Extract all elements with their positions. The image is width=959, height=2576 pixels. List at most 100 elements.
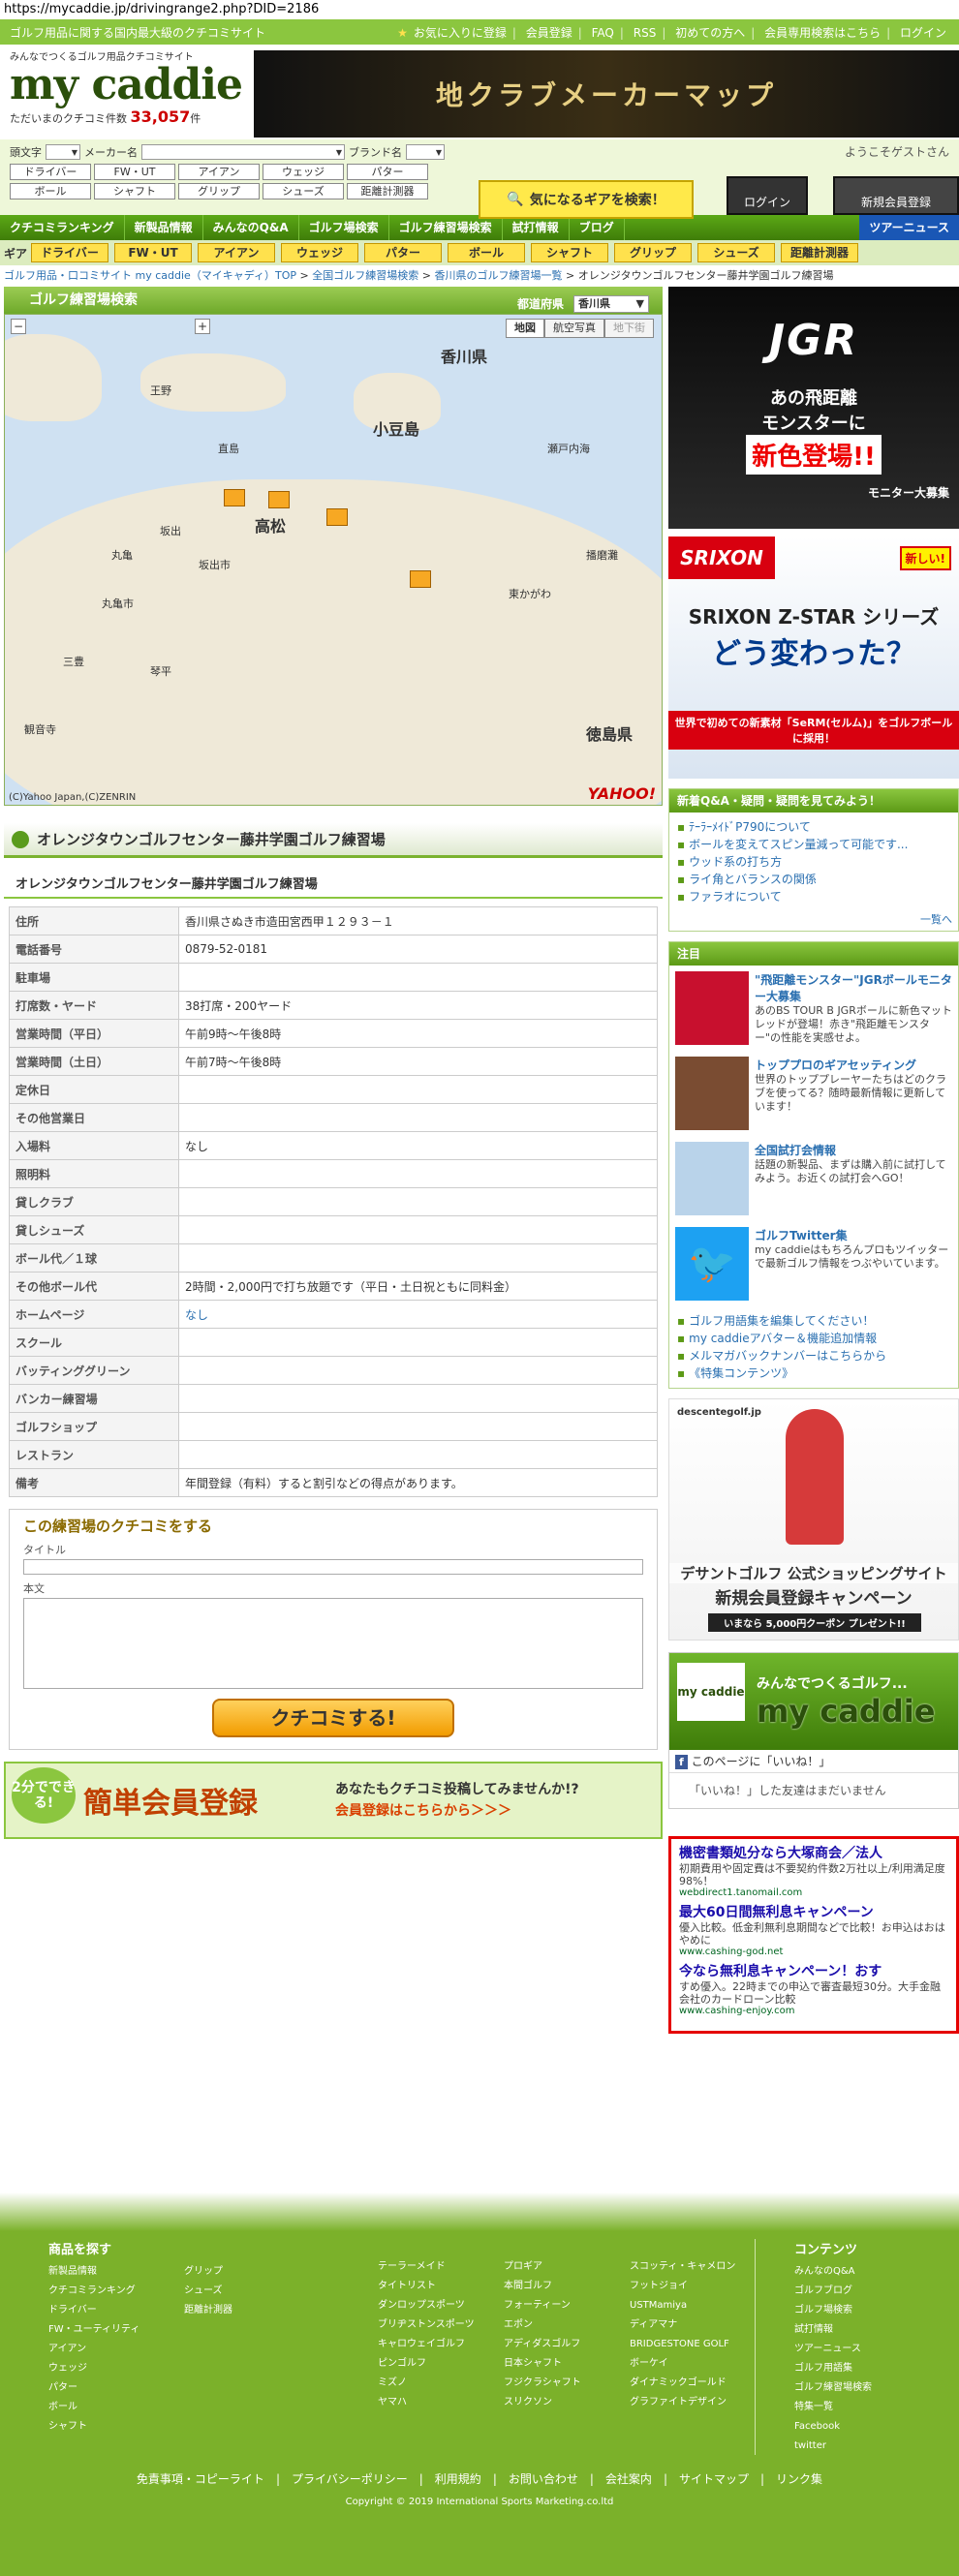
footer-goods-link[interactable]	[184, 2321, 300, 2339]
footer-content-link[interactable]: 特集一覧	[794, 2399, 911, 2416]
footer-goods-link[interactable]: アイアン	[48, 2341, 184, 2358]
footer-maker-link[interactable]: ミズノ	[378, 2375, 504, 2392]
footer-content-link[interactable]: twitter	[794, 2438, 911, 2455]
jgr-ad[interactable]: JGR あの飛距離 モンスターに 新色登場!! モニター大募集	[668, 287, 959, 529]
footer-goods-link[interactable]	[184, 2418, 300, 2436]
text-ad[interactable]: 最大60日間無利息キャンペーン 優入比較。低金利無利息期間などで比較！お申込はおは…	[679, 1902, 948, 1957]
footer-content-link[interactable]: ツアーニュース	[794, 2341, 911, 2358]
footer-content-link[interactable]: ゴルフ場検索	[794, 2302, 911, 2319]
gear-ball[interactable]: ボール	[448, 243, 526, 262]
nav-ranking[interactable]: クチコミランキング	[0, 215, 125, 240]
gear-shaft[interactable]: シャフト	[531, 243, 609, 262]
map-type-underground[interactable]: 地下街	[604, 319, 654, 338]
footer-maker-link[interactable]: フジクラシャフト	[504, 2375, 630, 2392]
footer-menu-link[interactable]: 免責事項・コピーライト	[137, 2472, 264, 2486]
submit-review-button[interactable]: クチコミする!	[212, 1699, 454, 1737]
cat-driver[interactable]: ドライバー	[10, 164, 91, 180]
footer-goods-link[interactable]: グリップ	[184, 2263, 300, 2281]
crumb-top[interactable]: ゴルフ用品・口コミサイト my caddie（マイキャディ）TOP	[4, 269, 296, 282]
footer-maker-link[interactable]: プロギア	[504, 2258, 630, 2276]
maker-select[interactable]: ▼	[141, 144, 345, 160]
qa-item[interactable]: ﾃｰﾗｰﾒｲﾄﾞP790について	[677, 818, 950, 836]
footer-maker-link[interactable]: ヤマハ	[378, 2394, 504, 2411]
zoom-in-button[interactable]: +	[195, 319, 210, 334]
gear-shoes[interactable]: シューズ	[697, 243, 776, 262]
top-link-member-search[interactable]: 会員専用検索はこちら	[764, 26, 881, 40]
footer-content-link[interactable]: 試打情報	[794, 2321, 911, 2339]
gear-putter[interactable]: パター	[364, 243, 443, 262]
footer-maker-link[interactable]: ダンロップスポーツ	[378, 2297, 504, 2315]
footer-maker-link[interactable]: ディアマナ	[630, 2316, 756, 2334]
footer-maker-link[interactable]: グラファイトデザイン	[630, 2394, 756, 2411]
top-link-faq[interactable]: FAQ	[592, 26, 614, 40]
qa-item[interactable]: ウッド系の打ち方	[677, 853, 950, 871]
footer-maker-link[interactable]: スコッティ・キャメロン	[630, 2258, 756, 2276]
qa-item[interactable]: ボールを変えてスピン量減って可能です...	[677, 836, 950, 853]
range-marker[interactable]	[410, 570, 431, 588]
brand-select[interactable]: ▼	[406, 144, 445, 160]
url-bar[interactable]: https://mycaddie.jp/drivingrange2.php?DI…	[0, 0, 959, 19]
footer-menu-link[interactable]: サイトマップ	[679, 2472, 749, 2486]
footer-maker-link[interactable]: タイトリスト	[378, 2278, 504, 2295]
top-link-rss[interactable]: RSS	[634, 26, 657, 40]
register-banner[interactable]: 2分でできる! 簡単会員登録 あなたもクチコミ投稿してみませんか!? 会員登録はこ…	[4, 1762, 663, 1839]
footer-goods-link[interactable]: ドライバー	[48, 2302, 184, 2319]
footer-maker-link[interactable]: スリクソン	[504, 2394, 630, 2411]
footer-maker-link[interactable]: フットジョイ	[630, 2278, 756, 2295]
cat-fw-ut[interactable]: FW・UT	[94, 164, 175, 180]
footer-goods-link[interactable]: ウェッジ	[48, 2360, 184, 2377]
gear-grip[interactable]: グリップ	[614, 243, 693, 262]
crumb-pref-list[interactable]: 香川県のゴルフ練習場一覧	[434, 269, 562, 282]
footer-content-link[interactable]: ゴルフ用語集	[794, 2360, 911, 2377]
nav-tour-news[interactable]: ツアーニュース	[859, 215, 959, 240]
footer-content-link[interactable]: ゴルフブログ	[794, 2283, 911, 2300]
footer-maker-link[interactable]: ピンゴルフ	[378, 2355, 504, 2373]
footer-maker-link[interactable]: 本間ゴルフ	[504, 2278, 630, 2295]
footer-maker-link[interactable]: キャロウェイゴルフ	[378, 2336, 504, 2353]
cat-shoes[interactable]: シューズ	[263, 183, 344, 199]
feature-link[interactable]: ゴルフ用語集を編集してください！	[677, 1312, 950, 1330]
footer-maker-link[interactable]: 日本シャフト	[504, 2355, 630, 2373]
footer-goods-link[interactable]: 新製品情報	[48, 2263, 184, 2281]
descente-ad[interactable]: descentegolf.jp デサントゴルフ 公式ショッピングサイト 新規会員…	[668, 1398, 959, 1641]
gear-driver[interactable]: ドライバー	[31, 243, 109, 262]
gear-search-button[interactable]: 🔍 気になるギアを検索！	[479, 180, 694, 219]
review-title-input[interactable]	[23, 1559, 643, 1575]
footer-content-link[interactable]: ゴルフ練習場検索	[794, 2379, 911, 2397]
footer-maker-link[interactable]: ブリヂストンスポーツ	[378, 2316, 504, 2334]
feature-link[interactable]: my caddieアバター＆機能追加情報	[677, 1330, 950, 1347]
range-marker[interactable]	[268, 491, 290, 508]
cat-shaft[interactable]: シャフト	[94, 183, 175, 199]
top-link-register[interactable]: 会員登録	[526, 26, 572, 40]
crumb-range-search[interactable]: 全国ゴルフ練習場検索	[312, 269, 418, 282]
footer-content-link[interactable]: Facebook	[794, 2418, 911, 2436]
footer-goods-link[interactable]: シューズ	[184, 2283, 300, 2300]
footer-goods-link[interactable]: クチコミランキング	[48, 2283, 184, 2300]
map-type-map[interactable]: 地図	[506, 319, 544, 338]
qa-more-link[interactable]: 一覧へ	[669, 911, 958, 931]
feature-item[interactable]: "飛距離モンスター"JGRボールモニター大募集 あのBS TOUR B JGRボー…	[669, 966, 958, 1051]
footer-maker-link[interactable]: BRIDGESTONE GOLF	[630, 2336, 756, 2353]
maker-map-banner[interactable]: 地クラブメーカーマップ	[254, 50, 959, 138]
footer-maker-link[interactable]: テーラーメイド	[378, 2258, 504, 2276]
footer-maker-link[interactable]: エポン	[504, 2316, 630, 2334]
site-logo[interactable]: みんなでつくるゴルフ用品クチコミサイト my caddie ただいまのクチコミ件…	[10, 48, 244, 136]
map[interactable]: − + 地図 航空写真 地下街 香川県 小豆島 高松 坂出 丸亀 観音寺 徳島県 …	[4, 314, 663, 806]
gear-iron[interactable]: アイアン	[198, 243, 276, 262]
range-marker[interactable]	[326, 508, 348, 526]
facebook-like[interactable]: f このページに「いいね！」	[669, 1750, 958, 1773]
footer-maker-link[interactable]: ボーケイ	[630, 2355, 756, 2373]
footer-maker-link[interactable]: アディダスゴルフ	[504, 2336, 630, 2353]
feature-item[interactable]: 全国試打会情報 話題の新製品、まずは購入前に試打してみよう。お近くの試打会へGO！	[669, 1136, 958, 1221]
qa-item[interactable]: ライ角とバランスの関係	[677, 871, 950, 888]
top-link-login[interactable]: ログイン	[900, 26, 946, 40]
footer-menu-link[interactable]: 利用規約	[435, 2472, 481, 2486]
cat-rangefinder[interactable]: 距離計測器	[347, 183, 428, 199]
footer-goods-link[interactable]: 距離計測器	[184, 2302, 300, 2319]
cat-ball[interactable]: ボール	[10, 183, 91, 199]
cat-wedge[interactable]: ウェッジ	[263, 164, 344, 180]
footer-goods-link[interactable]: パター	[48, 2379, 184, 2397]
qa-item[interactable]: ファラオについて	[677, 888, 950, 905]
range-marker[interactable]	[224, 489, 245, 506]
nav-new-products[interactable]: 新製品情報	[125, 215, 203, 240]
